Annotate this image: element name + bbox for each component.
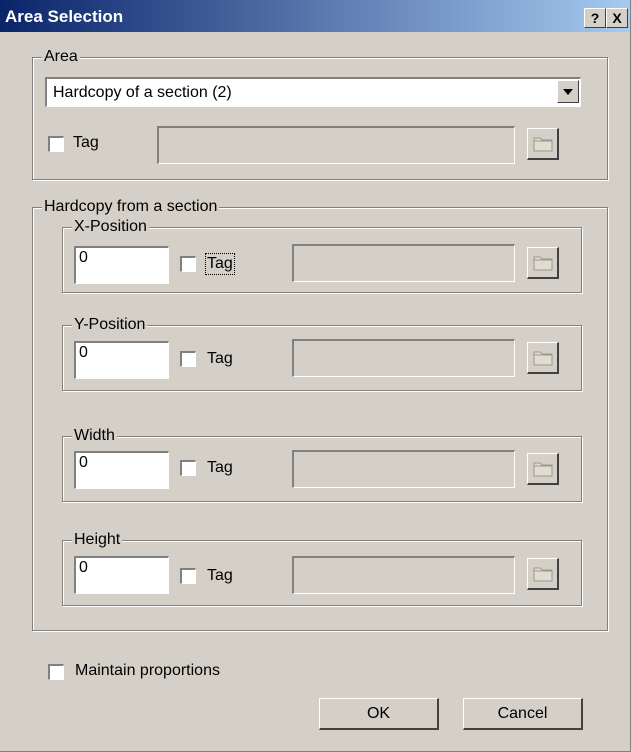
- area-group-legend: Area: [42, 48, 80, 66]
- dialog-title: Area Selection: [5, 7, 124, 26]
- title-bar[interactable]: Area Selection ? X: [0, 0, 630, 32]
- y-tag-checkbox[interactable]: [180, 351, 196, 367]
- folder-icon: [533, 566, 553, 582]
- help-button[interactable]: ?: [584, 8, 606, 28]
- hardcopy-group-legend: Hardcopy from a section: [42, 198, 220, 216]
- height-tag-label: Tag: [207, 567, 233, 584]
- x-tag-checkbox[interactable]: [180, 256, 196, 272]
- area-dropdown-value: Hardcopy of a section (2): [53, 84, 232, 101]
- width-tag-field[interactable]: [292, 450, 515, 488]
- area-dropdown[interactable]: Hardcopy of a section (2): [45, 77, 581, 107]
- height-tag-field[interactable]: [292, 556, 515, 594]
- y-tag-field[interactable]: [292, 339, 515, 377]
- height-tag-checkbox[interactable]: [180, 568, 196, 584]
- width-legend: Width: [72, 427, 117, 445]
- maintain-proportions-checkbox[interactable]: [48, 664, 64, 680]
- width-input[interactable]: 0: [74, 451, 169, 489]
- height-legend: Height: [72, 531, 123, 549]
- folder-icon: [533, 136, 553, 152]
- y-tag-label: Tag: [207, 350, 233, 367]
- folder-icon: [533, 350, 553, 366]
- x-position-value: 0: [79, 249, 88, 266]
- width-tag-checkbox[interactable]: [180, 460, 196, 476]
- x-tag-label: Tag: [205, 253, 235, 275]
- width-tag-label: Tag: [207, 459, 233, 476]
- height-browse-button[interactable]: [527, 558, 559, 590]
- x-position-legend: X-Position: [72, 218, 149, 236]
- area-tag-field[interactable]: [157, 126, 515, 164]
- area-tag-checkbox[interactable]: [48, 136, 64, 152]
- y-browse-button[interactable]: [527, 342, 559, 374]
- maintain-proportions-label: Maintain proportions: [75, 662, 220, 679]
- area-tag-label: Tag: [73, 134, 99, 151]
- dropdown-arrow-icon[interactable]: [557, 80, 579, 103]
- width-value: 0: [79, 454, 88, 471]
- height-input[interactable]: 0: [74, 556, 169, 594]
- close-button[interactable]: X: [606, 8, 628, 28]
- area-browse-button[interactable]: [527, 128, 559, 160]
- height-value: 0: [79, 559, 88, 576]
- x-position-input[interactable]: 0: [74, 246, 169, 284]
- ok-button[interactable]: OK: [319, 698, 439, 730]
- y-position-value: 0: [79, 344, 88, 361]
- y-position-legend: Y-Position: [72, 316, 148, 334]
- cancel-button[interactable]: Cancel: [463, 698, 583, 730]
- width-browse-button[interactable]: [527, 453, 559, 485]
- y-position-input[interactable]: 0: [74, 341, 169, 379]
- folder-icon: [533, 255, 553, 271]
- area-selection-dialog: Area Selection ? X Area Hardcopy of a se…: [0, 0, 631, 752]
- x-tag-field[interactable]: [292, 244, 515, 282]
- folder-icon: [533, 461, 553, 477]
- x-browse-button[interactable]: [527, 247, 559, 279]
